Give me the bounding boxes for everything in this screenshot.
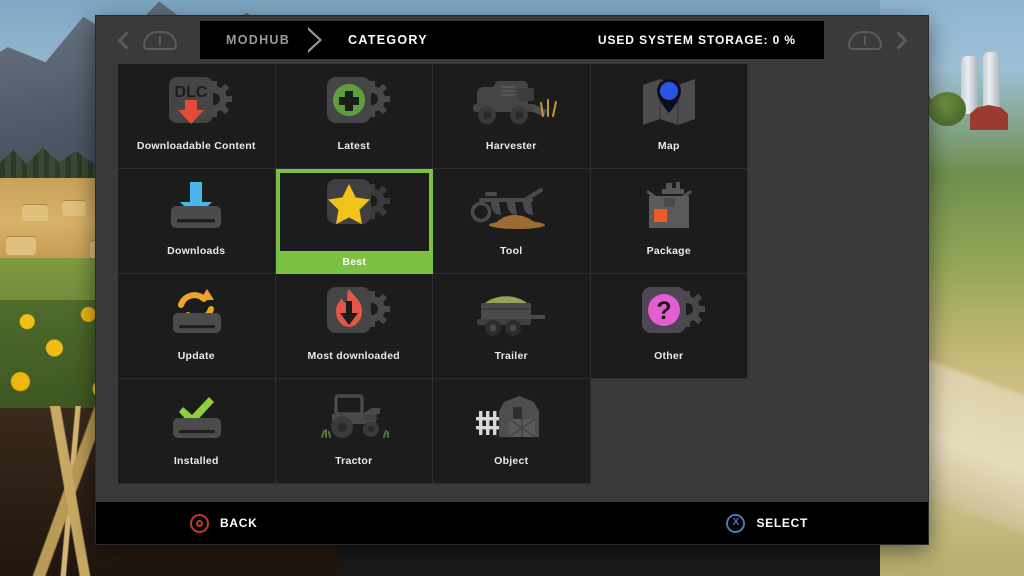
download-drive-icon (118, 169, 275, 245)
category-tile-label: Other (654, 350, 684, 362)
breadcrumb-item-modhub[interactable]: MODHUB (200, 21, 308, 59)
chevron-left-icon[interactable] (116, 30, 136, 50)
category-tile-label: Update (177, 350, 215, 362)
category-tile-label: Map (657, 140, 680, 152)
trailer-icon (433, 274, 590, 350)
category-tile-downloads[interactable]: Downloads (118, 169, 276, 274)
category-grid: DLC Downloadable Content Latest Harveste… (118, 64, 906, 496)
category-tile-label: Most downloaded (307, 350, 400, 362)
category-tile-label: Package (646, 245, 691, 257)
category-tile-update[interactable]: Update (118, 274, 276, 379)
breadcrumb-separator-icon (308, 21, 324, 59)
window-footer: BACK X SELECT (96, 502, 928, 544)
category-tile-most-downloaded[interactable]: Most downloaded (275, 274, 433, 379)
tractor-icon (276, 379, 433, 455)
category-tile-other[interactable]: ? Other (590, 274, 748, 379)
select-button-label: SELECT (756, 516, 808, 530)
select-button[interactable]: X SELECT (726, 513, 808, 533)
category-tile-harvester[interactable]: Harvester (433, 64, 591, 169)
category-tile-trailer[interactable]: Trailer (433, 274, 591, 379)
category-tile-label: Downloads (167, 245, 226, 257)
map-pin-icon (591, 64, 748, 140)
hay-bale (22, 204, 48, 221)
category-tile-label: Trailer (494, 350, 528, 362)
category-tile-label: Object (494, 455, 529, 467)
category-tile-label: Tractor (335, 455, 373, 467)
category-tile-map[interactable]: Map (590, 64, 748, 169)
storage-status: USED SYSTEM STORAGE: 0 % (597, 33, 796, 47)
hay-bale (62, 200, 86, 216)
tree (928, 92, 966, 126)
back-button[interactable]: BACK (190, 513, 258, 533)
category-grid-empty-cell (590, 379, 748, 484)
category-tile-label: Latest (337, 140, 370, 152)
chevron-right-icon[interactable] (888, 30, 908, 50)
window-header: MODHUB CATEGORY USED SYSTEM STORAGE: 0 % (96, 16, 928, 64)
right-bumper-icon[interactable] (847, 30, 882, 50)
plus-gear-icon (276, 64, 433, 140)
category-tile-label: Installed (173, 455, 219, 467)
circle-button-icon (190, 513, 209, 533)
category-tile-installed[interactable]: Installed (118, 379, 276, 484)
question-gear-icon: ? (591, 274, 748, 350)
cross-button-icon: X (726, 513, 746, 533)
category-tile-tractor[interactable]: Tractor (275, 379, 433, 484)
refresh-drive-icon (118, 274, 275, 350)
flame-download-gear-icon (276, 274, 433, 350)
category-tile-best[interactable]: Best (275, 169, 434, 274)
category-content: DLC Downloadable Content Latest Harveste… (118, 64, 906, 496)
breadcrumb: MODHUB CATEGORY USED SYSTEM STORAGE: 0 % (200, 21, 824, 59)
modhub-window: MODHUB CATEGORY USED SYSTEM STORAGE: 0 % (96, 16, 928, 544)
plow-icon (433, 169, 590, 245)
category-tile-latest[interactable]: Latest (275, 64, 433, 169)
star-gear-icon (276, 169, 434, 239)
hay-bale (6, 236, 36, 255)
category-tile-label: Best (275, 251, 433, 274)
category-tile-label: Downloadable Content (136, 140, 256, 152)
header-nav-left[interactable] (96, 30, 200, 50)
breadcrumb-item-category[interactable]: CATEGORY (330, 21, 446, 59)
dlc-gear-icon: DLC (118, 64, 275, 140)
category-tile-downloadable-content[interactable]: DLC Downloadable Content (118, 64, 276, 169)
silo (983, 52, 1000, 114)
check-drive-icon (118, 379, 275, 455)
back-button-label: BACK (220, 516, 258, 530)
left-bumper-icon[interactable] (142, 30, 177, 50)
category-tile-object[interactable]: Object (433, 379, 591, 484)
category-tile-tool[interactable]: Tool (433, 169, 591, 274)
svg-text:DLC: DLC (175, 84, 208, 101)
category-tile-label: Harvester (485, 140, 537, 152)
header-nav-right[interactable] (824, 30, 928, 50)
category-tile-label: Tool (500, 245, 523, 257)
open-box-icon (591, 169, 748, 245)
svg-text:?: ? (656, 297, 671, 325)
barn-fence-icon (433, 379, 590, 455)
harvester-icon (433, 64, 590, 140)
category-tile-package[interactable]: Package (590, 169, 748, 274)
